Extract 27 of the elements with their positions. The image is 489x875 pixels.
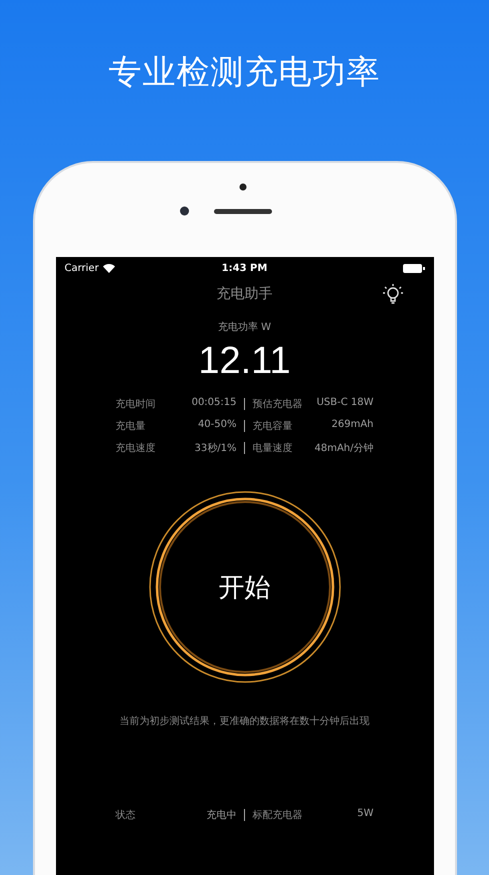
carrier-label: Carrier — [64, 263, 99, 274]
stat-value: 00:05:15 — [192, 397, 236, 410]
start-button[interactable]: 开始 — [148, 490, 342, 684]
stat-label: 电量速度 — [252, 442, 292, 455]
stat-value: USB-C 18W — [316, 397, 374, 410]
stat-value: 48mAh/分钟 — [314, 442, 374, 455]
nav-title: 充电助手 — [216, 285, 272, 303]
stat-label: 标配充电器 — [252, 808, 302, 822]
stat-label: 充电量 — [116, 420, 146, 433]
stat-value: 充电中 — [206, 808, 236, 822]
status-time: 1:43 PM — [222, 263, 268, 274]
note-text: 当前为初步测试结果，更准确的数据将在数十分钟后出现 — [120, 714, 370, 728]
stat-label: 状态 — [116, 808, 136, 822]
stat-label: 充电速度 — [116, 442, 156, 455]
stat-value: 5W — [357, 808, 374, 821]
stat-label: 充电容量 — [252, 420, 292, 433]
wifi-icon — [102, 264, 115, 273]
power-label: 充电功率 W — [218, 320, 272, 334]
stat-value: 33秒/1% — [194, 442, 236, 455]
stat-value: 269mAh — [331, 419, 374, 432]
stat-value: 40-50% — [198, 419, 236, 432]
stat-label: 预估充电器 — [252, 398, 302, 411]
stat-label: 充电时间 — [116, 398, 156, 411]
headline: 专业检测充电功率 — [108, 51, 380, 93]
power-reading: 12.11 — [198, 340, 291, 383]
battery-icon — [402, 264, 424, 273]
light-bulb-icon[interactable] — [382, 282, 404, 306]
